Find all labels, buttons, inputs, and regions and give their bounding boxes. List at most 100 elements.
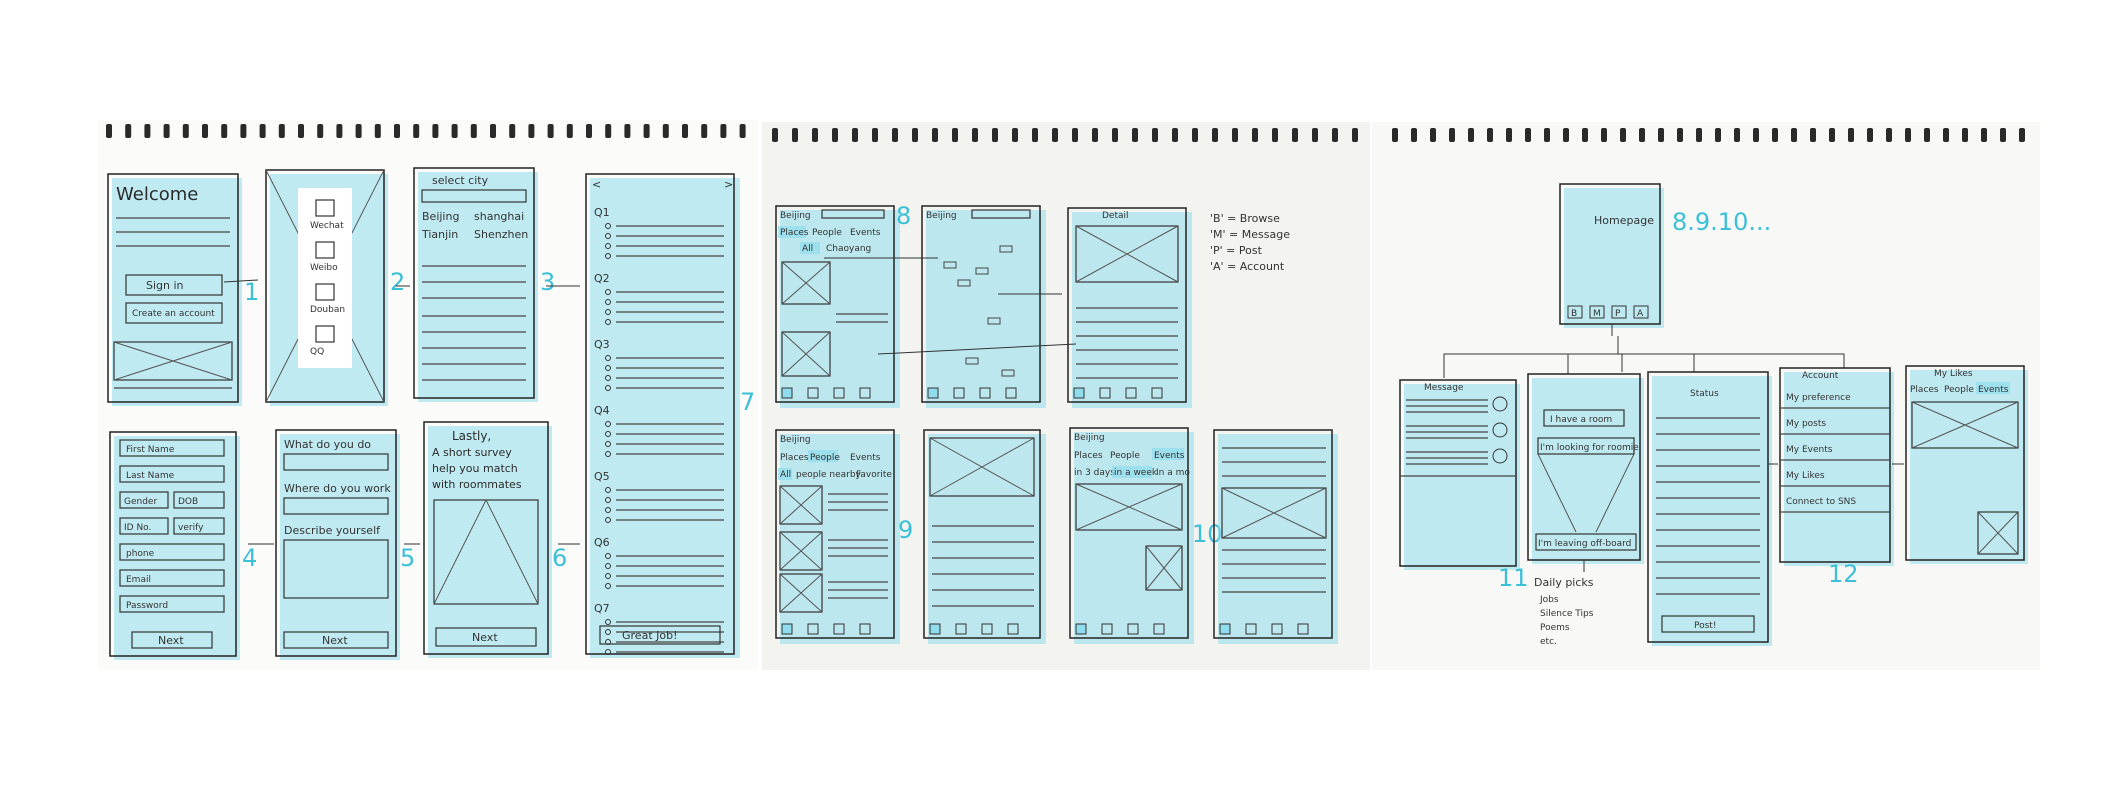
tab-events[interactable]: Events <box>850 453 881 463</box>
svg-text:I have a room: I have a room <box>1550 415 1612 425</box>
message-title: Message <box>1424 383 1464 393</box>
svg-text:A: A <box>1637 309 1644 319</box>
filter-favorite[interactable]: Favorite <box>856 470 892 480</box>
step-number: 4 <box>242 544 257 572</box>
welcome-screen: Welcome Sign in Create an account 1 <box>107 173 259 406</box>
survey-question: Q1 <box>594 206 610 219</box>
account-item[interactable]: My Likes <box>1786 471 1825 481</box>
message-screen: Message 11 <box>1399 379 1529 592</box>
city-shenzhen[interactable]: Shenzhen <box>474 228 528 241</box>
account-item[interactable]: My preference <box>1786 393 1851 403</box>
city-beijing[interactable]: Beijing <box>422 210 459 223</box>
step-number: 5 <box>400 544 415 572</box>
tab-places[interactable]: Places <box>1910 385 1939 395</box>
map-screen: Beijing <box>921 205 1046 408</box>
svg-text:Post!: Post! <box>1694 621 1716 631</box>
filter-chaoyang[interactable]: Chaoyang <box>826 244 871 254</box>
tab-events[interactable]: Events <box>850 228 881 238</box>
svg-text:M: M <box>1593 309 1601 319</box>
filter-all[interactable]: All <box>802 244 813 254</box>
tab-b[interactable] <box>1075 623 1087 635</box>
filter-all[interactable]: All <box>780 470 791 480</box>
tab-people[interactable]: People <box>810 453 840 463</box>
tab-events[interactable]: Events <box>1978 385 2009 395</box>
svg-text:'B' = Browse: 'B' = Browse <box>1210 212 1280 225</box>
city-label: Beijing <box>780 211 811 221</box>
next-label: Next <box>472 631 498 644</box>
step-number: 2 <box>390 268 405 296</box>
account-title: Account <box>1802 371 1839 381</box>
social-label: Wechat <box>310 221 344 231</box>
svg-text:I'm leaving off-board: I'm leaving off-board <box>1538 539 1631 549</box>
social-label: Weibo <box>310 263 338 273</box>
survey-screen: < > Q1 Q2 Q3 Q4 Q5 Q6 Q7 Great Job! 7 <box>585 173 755 658</box>
step-number: 10 <box>1192 520 1223 548</box>
step-number: 12 <box>1828 560 1859 588</box>
field-label: ID No. <box>124 523 151 533</box>
svg-text:<: < <box>592 178 601 191</box>
filter-3-days[interactable]: in 3 days <box>1074 468 1115 478</box>
survey-question: Q4 <box>594 404 610 417</box>
svg-text:etc.: etc. <box>1540 637 1557 647</box>
filter-nearby[interactable]: people nearby <box>796 470 862 480</box>
status-screen: Status Post! <box>1647 371 1772 646</box>
select-city-title: select city <box>432 174 489 187</box>
field-label: First Name <box>126 445 175 455</box>
social-label: QQ <box>310 347 324 357</box>
describe-yourself-label: Describe yourself <box>284 524 381 537</box>
tab-b[interactable] <box>927 387 939 399</box>
tab-b[interactable] <box>1073 387 1085 399</box>
tab-people[interactable]: People <box>1110 451 1140 461</box>
lastly-line-4: with roommates <box>432 478 522 491</box>
profile-form-screen: First Name Last Name Gender DOB ID No. verify… <box>109 431 257 660</box>
tab-b[interactable] <box>781 387 793 399</box>
step-number: 11 <box>1498 564 1529 592</box>
tab-places[interactable]: Places <box>780 453 809 463</box>
likes-title: My Likes <box>1934 369 1973 379</box>
step-number: 1 <box>244 278 259 306</box>
sign-in-label: Sign in <box>146 279 184 292</box>
city-shanghai[interactable]: shanghai <box>474 210 524 223</box>
sketch-sheet-navigation: Homepage 8.9.10... B M P A Message 11 I hav… <box>1372 122 2040 670</box>
svg-text:B: B <box>1571 309 1577 319</box>
account-item[interactable]: My posts <box>1786 419 1826 429</box>
step-number: 7 <box>740 388 755 416</box>
field-label: DOB <box>178 497 198 507</box>
tab-events[interactable]: Events <box>1154 451 1185 461</box>
tab-people[interactable]: People <box>1944 385 1974 395</box>
field-label: verify <box>178 523 204 533</box>
tab-places[interactable]: Places <box>1074 451 1103 461</box>
tab-b[interactable] <box>1219 623 1231 635</box>
tab-b[interactable] <box>781 623 793 635</box>
survey-question: Q7 <box>594 602 610 615</box>
welcome-title: Welcome <box>116 184 198 205</box>
city-tianjin[interactable]: Tianjin <box>421 228 458 241</box>
tab-places[interactable]: Places <box>780 228 809 238</box>
where-do-you-work-label: Where do you work <box>284 482 391 495</box>
sketch-sheet-onboarding: Welcome Sign in Create an account 1 Wech… <box>98 120 758 670</box>
spiral-binding <box>772 128 1358 142</box>
tab-people[interactable]: People <box>812 228 842 238</box>
city-label: Beijing <box>780 435 811 445</box>
lastly-line-3: help you match <box>432 462 518 475</box>
great-job-label: Great Job! <box>622 629 678 642</box>
filter-week[interactable]: in a week <box>1114 468 1158 478</box>
sketch-sheet-browse: Beijing Places People Events All Chaoyan… <box>762 122 1370 670</box>
svg-text:'A' = Account: 'A' = Account <box>1210 260 1285 273</box>
account-item[interactable]: Connect to SNS <box>1786 497 1856 507</box>
lastly-screen: Lastly, A short survey help you match wi… <box>423 421 567 658</box>
filter-month[interactable]: In a mo <box>1156 468 1190 478</box>
social-login-screen: Wechat Weibo Douban QQ 2 <box>265 169 405 406</box>
next-label: Next <box>322 634 348 647</box>
lastly-line-1: Lastly, <box>452 429 491 443</box>
account-item[interactable]: My Events <box>1786 445 1833 455</box>
field-label: Email <box>126 575 151 585</box>
browse-places-screen: Beijing Places People Events All Chaoyan… <box>775 202 911 408</box>
detail-screen: Detail <box>1067 207 1192 408</box>
person-detail-screen <box>923 429 1046 644</box>
select-city-screen: select city Beijing shanghai Tianjin She… <box>413 167 555 402</box>
svg-text:'P' = Post: 'P' = Post <box>1210 244 1263 257</box>
create-account-label: Create an account <box>132 309 215 319</box>
navigation-connectors <box>1443 324 1845 378</box>
tab-b[interactable] <box>929 623 941 635</box>
